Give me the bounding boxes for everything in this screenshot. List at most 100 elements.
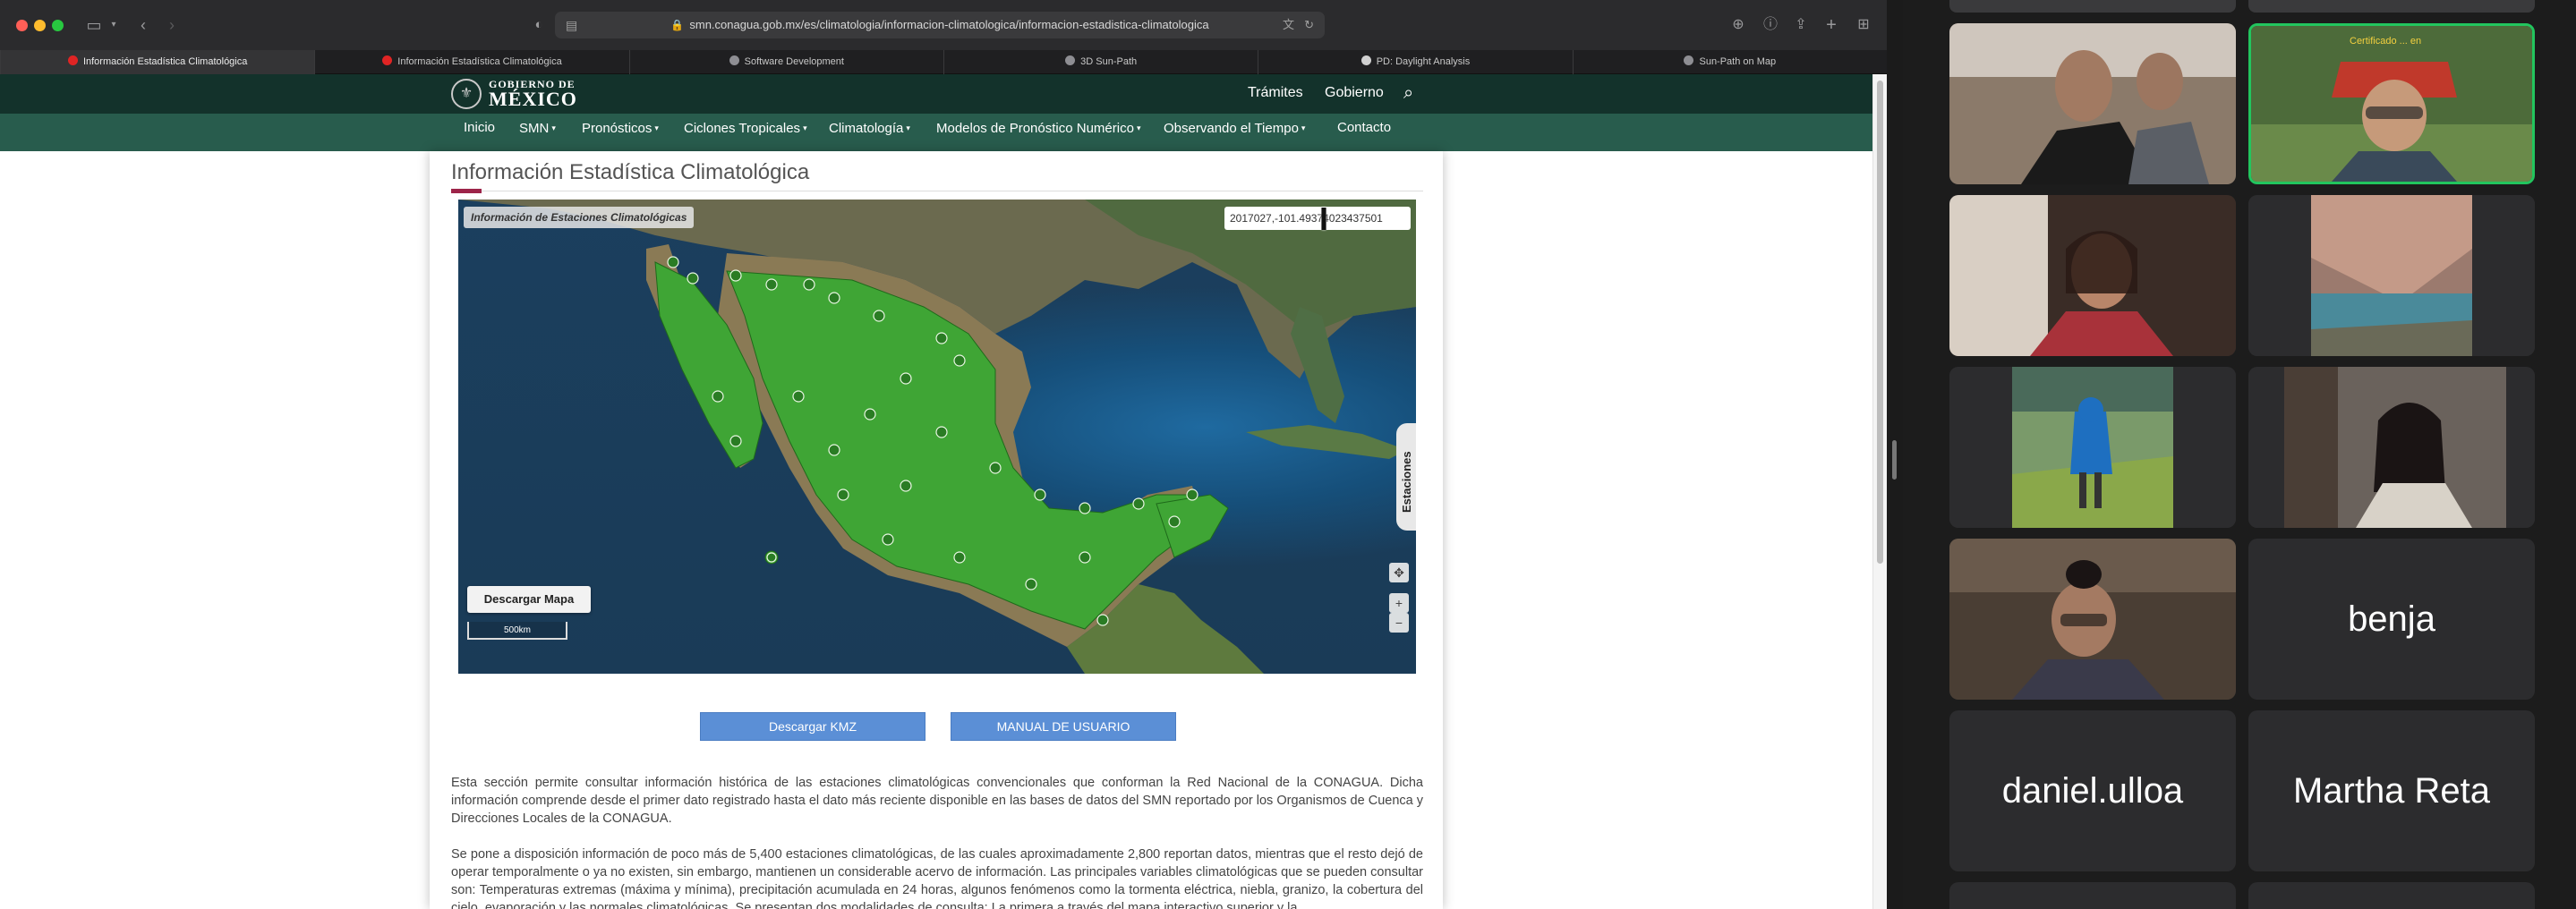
main-nav: Inicio SMN ▾ Pronósticos ▾ Ciclones Tropicale… [0,114,1872,151]
participant-video [1949,23,2236,184]
nav-item[interactable]: Climatología ▾ [829,114,910,151]
participant-name: benja [2348,599,2435,639]
close-window-button[interactable] [16,20,28,31]
address-bar[interactable]: ▤ 🔒 smn.conagua.gob.mx/es/climatologia/in… [555,12,1325,38]
new-tab-icon[interactable]: + [1821,14,1842,36]
participant-tile[interactable] [1949,23,2236,184]
browser-tab[interactable]: Información Estadística Climatológica [314,50,628,74]
minimize-window-button[interactable] [34,20,46,31]
zoom-in-button[interactable]: + [1389,593,1409,613]
title-bar: ▭ ▾ ‹ › ◐ ▤ 🔒 smn.conagua.gob.mx/es/clima… [0,0,1887,50]
reader-view-icon[interactable]: ▤ [566,12,577,38]
participant-tile[interactable]: benja [2248,539,2535,700]
browser-tab[interactable]: Sun-Path on Map [1572,50,1887,74]
nav-item-label: Ciclones Tropicales [684,121,801,136]
sidebar-toggle-icon[interactable]: ▭ [81,14,107,36]
participant-tile[interactable]: Martha Reta [2248,710,2535,871]
forward-arrow-icon[interactable]: › [161,14,183,36]
chevron-down-icon: ▾ [654,123,659,132]
participant-name: Martha Reta [2292,771,2491,811]
download-map-button[interactable]: Descargar Mapa [467,586,591,613]
browser-tab[interactable]: PD: Daylight Analysis [1258,50,1572,74]
user-manual-button[interactable]: MANUAL DE USUARIO [951,712,1176,741]
participant-tile[interactable] [1949,882,2236,909]
stations-map[interactable]: Información de Estaciones Climatológicas… [458,200,1416,674]
nav-item-label: Climatología [829,121,904,136]
nav-item[interactable]: Modelos de Pronóstico Numérico ▾ [936,114,1140,151]
divider-grip[interactable] [1892,440,1897,480]
browser-window: ▭ ▾ ‹ › ◐ ▤ 🔒 smn.conagua.gob.mx/es/clima… [0,0,1887,909]
tab-favicon-icon [1361,55,1371,65]
participant-tile[interactable] [2248,195,2535,356]
browser-tab[interactable]: Información Estadística Climatológica [0,50,315,74]
nav-item[interactable]: Contacto [1337,114,1391,151]
reload-icon[interactable]: ↻ [1304,12,1314,38]
seal-icon: ⚜ [451,79,482,109]
stations-panel-tab[interactable]: Estaciones [1396,423,1416,531]
title-accent-bar [451,189,482,193]
share-icon[interactable]: ⇪ [1790,14,1812,36]
tab-favicon-icon [729,55,739,65]
tab-label: 3D Sun-Path [1080,56,1138,67]
tile-strip-top [2248,0,2535,13]
participant-video [1949,195,2236,356]
back-arrow-icon[interactable]: ‹ [132,14,154,36]
participant-video [2248,195,2535,356]
stations-paragraph: Se pone a disposición información de poc… [451,847,1423,909]
zoom-window-button[interactable] [52,20,64,31]
browser-tab[interactable]: 3D Sun-Path [943,50,1258,74]
nav-item[interactable]: SMN ▾ [519,114,556,151]
split-divider[interactable] [1887,0,1903,909]
tab-favicon-icon [382,55,393,65]
participant-video [1949,367,2236,528]
gobierno-de-mexico-logo[interactable]: ⚜ GOBIERNO DE MÉXICO [451,79,577,109]
tab-favicon-icon [67,55,78,65]
participant-tile-speaking[interactable]: Certificado ... en [2248,23,2535,184]
zoom-out-button[interactable]: − [1389,613,1409,633]
search-icon[interactable]: ⌕ [1403,83,1413,104]
tile-strip-top [1949,0,2236,13]
lock-icon: 🔒 [670,19,685,31]
nav-item[interactable]: Observando el Tiempo ▾ [1164,114,1305,151]
participant-tile[interactable] [2248,882,2535,909]
participant-tile[interactable]: daniel.ulloa [1949,710,2236,871]
nav-item[interactable]: Inicio [464,114,495,151]
tab-label: Software Development [744,56,844,67]
participant-tile[interactable] [1949,367,2236,528]
participant-video [2248,367,2535,528]
coordinates-readout: 2017027,-101.49374023437501 [1224,207,1411,230]
participant-tile[interactable] [1949,539,2236,700]
chevron-down-icon: ▾ [1136,123,1141,132]
tramites-link[interactable]: Trámites [1248,85,1303,101]
participant-video: Certificado ... en [2251,26,2532,182]
privacy-shield-icon[interactable]: ◐ [528,14,550,36]
text-cursor-icon: I [1319,200,1329,237]
tab-label: PD: Daylight Analysis [1376,56,1471,67]
gobierno-link[interactable]: Gobierno [1325,85,1384,101]
downloads-icon[interactable]: ⊕ [1727,14,1749,36]
download-kmz-button[interactable]: Descargar KMZ [700,712,925,741]
url-text: smn.conagua.gob.mx/es/climatologia/infor… [689,18,1209,31]
tab-favicon-icon [1684,55,1694,65]
info-icon[interactable]: ⓘ [1760,14,1781,36]
participant-tile[interactable] [1949,195,2236,356]
sidebar-menu-chevron-icon[interactable]: ▾ [107,14,120,36]
page-title-text: Información Estadística Climatológica [451,160,810,184]
page-scrollbar-thumb[interactable] [1877,81,1883,564]
pan-icon[interactable]: ✥ [1389,563,1409,582]
nav-item[interactable]: Ciclones Tropicales ▾ [684,114,807,151]
nav-item[interactable]: Pronósticos ▾ [582,114,659,151]
nav-item-label: Modelos de Pronóstico Numérico [936,121,1134,136]
browser-tab[interactable]: Software Development [628,50,943,74]
participant-tile[interactable] [2248,367,2535,528]
stations-tab-label: Estaciones [1400,451,1413,513]
logo-line2: MÉXICO [489,88,577,110]
page-title: Información Estadística Climatológica [451,160,1423,193]
chevron-down-icon: ▾ [551,123,556,132]
tab-label: Sun-Path on Map [1699,56,1777,67]
chevron-down-icon: ▾ [906,123,910,132]
nav-item-label: Pronósticos [582,121,653,136]
tab-label: Información Estadística Climatológica [397,56,562,67]
translate-icon[interactable]: 文 [1283,12,1294,38]
tab-overview-icon[interactable]: ⊞ [1853,14,1874,36]
